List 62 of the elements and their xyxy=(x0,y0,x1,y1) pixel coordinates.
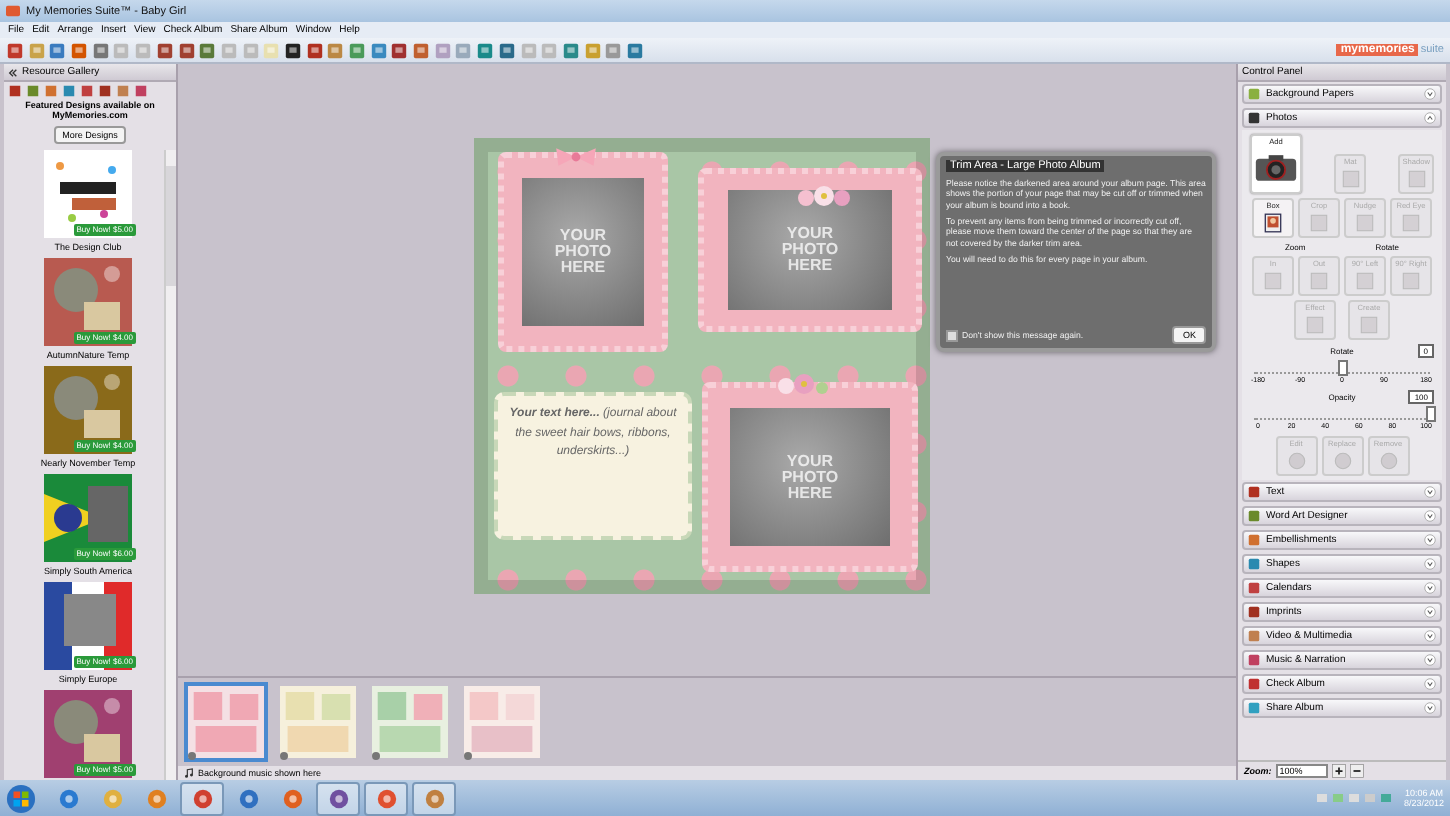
expand-icon[interactable] xyxy=(1424,678,1436,690)
app-icon xyxy=(423,787,445,809)
placeholder-text: YOUR PHOTO HERE xyxy=(779,453,840,501)
expand-icon[interactable] xyxy=(1424,534,1436,546)
expand-icon[interactable] xyxy=(1424,558,1436,570)
slider-thumb[interactable] xyxy=(1338,360,1348,376)
taskbar-app[interactable] xyxy=(316,781,360,815)
app-icon xyxy=(57,787,79,809)
square-icon xyxy=(1308,212,1330,234)
placeholder-text: YOUR PHOTO HERE xyxy=(779,225,840,274)
photo-icon xyxy=(1262,212,1284,234)
slider[interactable] xyxy=(1254,406,1430,420)
square-icon xyxy=(1405,168,1428,190)
placeholder-text: YOUR PHOTO HERE xyxy=(552,228,613,276)
slider-thumb[interactable] xyxy=(1426,406,1436,422)
expand-icon[interactable] xyxy=(1424,88,1436,100)
flower-drawing xyxy=(774,374,834,398)
taskbar-app[interactable] xyxy=(364,781,408,815)
square-icon xyxy=(1358,314,1380,336)
expand-icon[interactable] xyxy=(1424,510,1436,522)
app-icon xyxy=(101,787,123,809)
bow-drawing xyxy=(554,146,598,168)
square-icon xyxy=(1339,168,1362,190)
page-thumbnail[interactable] xyxy=(184,682,268,762)
taskbar-app[interactable] xyxy=(180,781,224,815)
flower-drawing xyxy=(794,186,854,210)
circle-icon xyxy=(1331,450,1353,472)
expand-icon[interactable] xyxy=(1424,702,1436,714)
square-icon xyxy=(1400,212,1422,234)
circle-icon xyxy=(1285,450,1307,472)
expand-icon[interactable] xyxy=(1424,654,1436,666)
page-thumbnail[interactable] xyxy=(368,682,452,762)
checkbox[interactable] xyxy=(946,329,958,341)
taskbar-app[interactable] xyxy=(412,781,456,815)
page-thumbnail[interactable] xyxy=(460,682,544,762)
app-icon xyxy=(281,787,303,809)
square-icon xyxy=(1308,270,1330,292)
square-icon xyxy=(1304,314,1326,336)
camera-icon xyxy=(1254,152,1298,184)
app-icon xyxy=(145,787,167,809)
app-icon xyxy=(191,787,213,809)
zoom-out-button[interactable] xyxy=(1349,764,1364,778)
app-icon xyxy=(237,787,259,809)
app-icon xyxy=(375,787,397,809)
collapse-icon[interactable] xyxy=(1424,112,1436,124)
circle-icon xyxy=(1377,450,1399,472)
collapse-icon[interactable] xyxy=(8,67,18,77)
page-thumbnail[interactable] xyxy=(276,682,360,762)
app-icon xyxy=(6,4,20,18)
expand-icon[interactable] xyxy=(1424,582,1436,594)
square-icon xyxy=(1262,270,1284,292)
zoom-in-button[interactable] xyxy=(1331,764,1346,778)
app-icon xyxy=(327,787,349,809)
expand-icon[interactable] xyxy=(1424,486,1436,498)
expand-icon[interactable] xyxy=(1424,606,1436,618)
square-icon xyxy=(1400,270,1422,292)
slider[interactable] xyxy=(1254,360,1430,374)
square-icon xyxy=(1354,212,1376,234)
expand-icon[interactable] xyxy=(1424,630,1436,642)
square-icon xyxy=(1354,270,1376,292)
start-button[interactable] xyxy=(6,783,36,813)
music-note-icon xyxy=(184,768,194,778)
